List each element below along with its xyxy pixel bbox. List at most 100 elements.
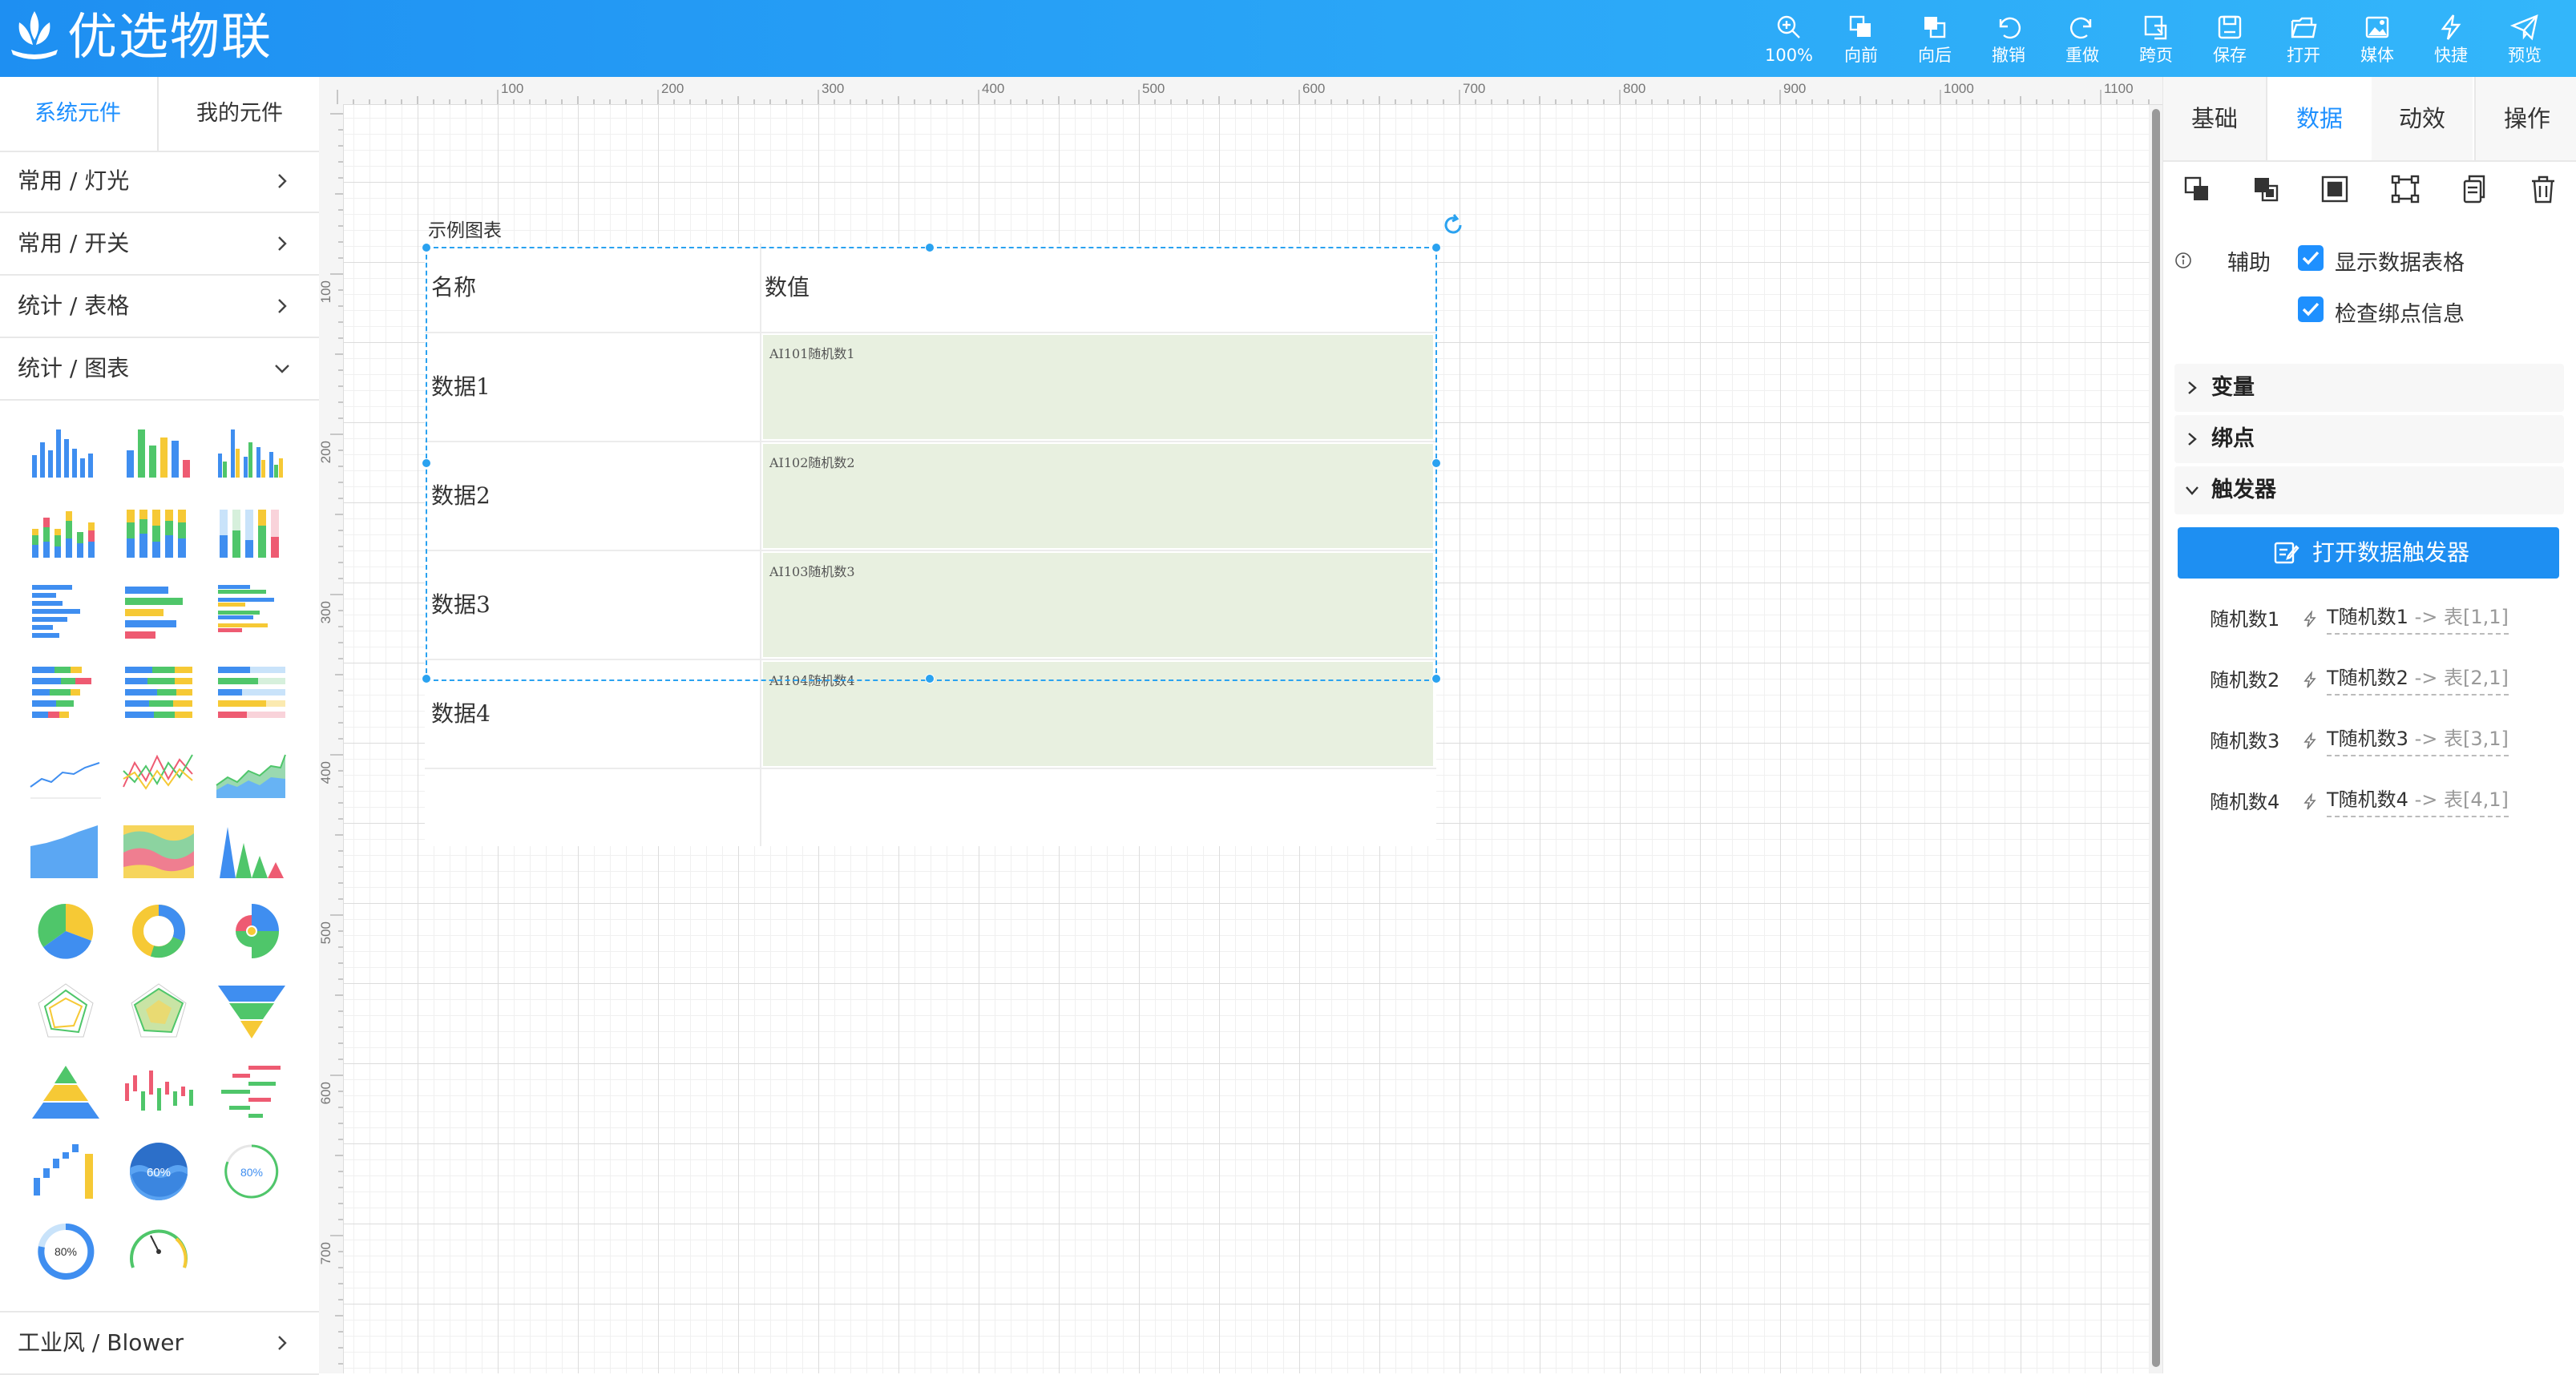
category-lighting[interactable]: 常用 / 灯光 — [0, 151, 319, 213]
chevron-right-icon — [2188, 433, 2197, 446]
open-data-trigger-button[interactable]: 打开数据触发器 — [2178, 527, 2559, 579]
grouped-bar-chart-thumb[interactable] — [213, 418, 290, 482]
stacked-area-chart-icon — [123, 825, 194, 878]
diverging-bar-thumb[interactable] — [213, 1059, 290, 1123]
fit-size-button[interactable] — [2319, 173, 2351, 205]
bring-forward-button[interactable]: 向前 — [1827, 10, 1895, 71]
delete-button[interactable] — [2527, 173, 2559, 205]
trigger-arrow: -> — [2414, 788, 2438, 811]
trigger-row[interactable]: 随机数2 T随机数2 -> 表[2,1] — [2163, 660, 2576, 700]
stacked-horizontal-bar-thumb[interactable] — [27, 659, 104, 723]
shortcut-button[interactable]: 快捷 — [2417, 10, 2485, 71]
trigger-mapping[interactable]: T随机数4 -> 表[4,1] — [2327, 784, 2509, 817]
colored-bar-chart-thumb[interactable] — [120, 418, 197, 482]
category-table[interactable]: 统计 / 表格 — [0, 276, 319, 338]
open-label: 打开 — [2287, 46, 2320, 65]
stacked-bar-chart-thumb[interactable] — [27, 498, 104, 562]
funnel-chart-thumb[interactable] — [213, 979, 290, 1043]
copy-icon — [2463, 175, 2485, 204]
category-blower[interactable]: 工业风 / Blower — [0, 1311, 319, 1375]
radar-chart-thumb[interactable] — [27, 979, 104, 1043]
chevron-down-icon — [275, 365, 289, 373]
multi-line-chart-thumb[interactable] — [120, 739, 197, 803]
redo-icon — [2070, 17, 2092, 39]
grouped-horizontal-bar-thumb[interactable] — [213, 579, 290, 643]
ruler-label: 700 — [1463, 81, 1485, 96]
wave-gauge-thumb[interactable]: 60% — [120, 1139, 197, 1204]
section-triggers[interactable]: 触发器 — [2174, 466, 2564, 514]
rotate-icon[interactable] — [1441, 213, 1465, 237]
tab-system-components[interactable]: 系统元件 — [0, 77, 155, 151]
percent-bar-chart-thumb[interactable] — [213, 498, 290, 562]
preview-button[interactable]: 预览 — [2491, 10, 2558, 71]
section-bindings[interactable]: 绑点 — [2174, 415, 2564, 463]
tab-operation[interactable]: 操作 — [2474, 77, 2576, 160]
category-switch[interactable]: 常用 / 开关 — [0, 213, 319, 276]
check-binding-checkbox[interactable] — [2298, 296, 2324, 322]
donut-chart-thumb[interactable] — [120, 899, 197, 963]
trigger-mapping[interactable]: T随机数2 -> 表[2,1] — [2327, 662, 2509, 696]
wave-gauge-label: 60% — [147, 1166, 171, 1179]
resize-handle-top-right[interactable] — [1431, 243, 1441, 252]
category-label: 统计 / 表格 — [18, 292, 130, 319]
cross-page-button[interactable]: 跨页 — [2122, 10, 2190, 71]
undo-button[interactable]: 撤销 — [1975, 10, 2042, 71]
circle-progress-thumb[interactable]: 80% — [27, 1220, 104, 1284]
ring-gauge-thumb[interactable]: 80% — [213, 1139, 290, 1204]
area-chart-thumb[interactable] — [27, 819, 104, 883]
trigger-row[interactable]: 随机数3 T随机数3 -> 表[3,1] — [2163, 721, 2576, 761]
filled-radar-chart-thumb[interactable] — [120, 979, 197, 1043]
section-variables[interactable]: 变量 — [2174, 364, 2564, 412]
percent-horizontal-bar-thumb[interactable] — [213, 659, 290, 723]
pyramid-chart-thumb[interactable] — [27, 1059, 104, 1123]
pie-chart-thumb[interactable] — [27, 899, 104, 963]
resize-handle-right[interactable] — [1431, 458, 1441, 468]
resize-handle-top-left[interactable] — [422, 243, 431, 252]
tab-basic[interactable]: 基础 — [2163, 77, 2266, 160]
waterfall-bar-thumb[interactable] — [120, 1059, 197, 1123]
scrollbar-thumb[interactable] — [2152, 109, 2160, 1367]
tab-data[interactable]: 数据 — [2266, 77, 2373, 160]
resize-handle-top[interactable] — [925, 243, 935, 252]
info-icon[interactable] — [2174, 252, 2192, 269]
copy-button[interactable] — [2458, 173, 2490, 205]
trigger-row[interactable]: 随机数4 T随机数4 -> 表[4,1] — [2163, 782, 2576, 822]
resize-handle-left[interactable] — [422, 458, 431, 468]
step-bar-thumb[interactable] — [27, 1139, 104, 1204]
group-button[interactable] — [2389, 173, 2421, 205]
zoom-button[interactable]: 100% — [1755, 10, 1823, 71]
rose-chart-thumb[interactable] — [213, 899, 290, 963]
selection-box[interactable] — [426, 247, 1437, 681]
media-button[interactable]: 媒体 — [2344, 10, 2411, 71]
send-backward-button[interactable]: 向后 — [1901, 10, 1968, 71]
tab-animation[interactable]: 动效 — [2372, 77, 2473, 160]
trigger-mapping[interactable]: T随机数3 -> 表[3,1] — [2327, 723, 2509, 756]
trigger-row[interactable]: 随机数1 T随机数1 -> 表[1,1] — [2163, 599, 2576, 639]
colored-horizontal-bar-thumb[interactable] — [120, 579, 197, 643]
open-data-trigger-label: 打开数据触发器 — [2312, 539, 2470, 566]
resize-handle-bottom[interactable] — [925, 674, 935, 683]
horizontal-bar-thumb[interactable] — [27, 579, 104, 643]
tab-my-components[interactable]: 我的元件 — [157, 77, 321, 151]
show-data-table-checkbox[interactable] — [2298, 245, 2324, 271]
trigger-mapping[interactable]: T随机数1 -> 表[1,1] — [2327, 601, 2509, 635]
resize-handle-bottom-left[interactable] — [422, 674, 431, 683]
dial-gauge-thumb[interactable] — [120, 1220, 197, 1284]
checkmark-icon — [2302, 251, 2320, 265]
full-stacked-horizontal-thumb[interactable] — [120, 659, 197, 723]
line-chart-thumb[interactable] — [27, 739, 104, 803]
editor-canvas[interactable]: 100 200 300 400 500 600 700 800 900 1000 1100 100 2… — [319, 77, 2162, 1373]
resize-handle-bottom-right[interactable] — [1431, 674, 1441, 683]
area-line-chart-thumb[interactable] — [213, 739, 290, 803]
bar-chart-thumb[interactable] — [27, 418, 104, 482]
save-button[interactable]: 保存 — [2196, 10, 2263, 71]
peak-chart-thumb[interactable] — [213, 819, 290, 883]
stacked-area-chart-thumb[interactable] — [120, 819, 197, 883]
chevron-right-icon — [278, 174, 287, 188]
full-stacked-bar-thumb[interactable] — [120, 498, 197, 562]
bring-front-button[interactable] — [2181, 173, 2213, 205]
open-button[interactable]: 打开 — [2270, 10, 2337, 71]
redo-button[interactable]: 重做 — [2049, 10, 2116, 71]
category-chart[interactable]: 统计 / 图表 — [0, 338, 319, 401]
send-back-button[interactable] — [2250, 173, 2282, 205]
